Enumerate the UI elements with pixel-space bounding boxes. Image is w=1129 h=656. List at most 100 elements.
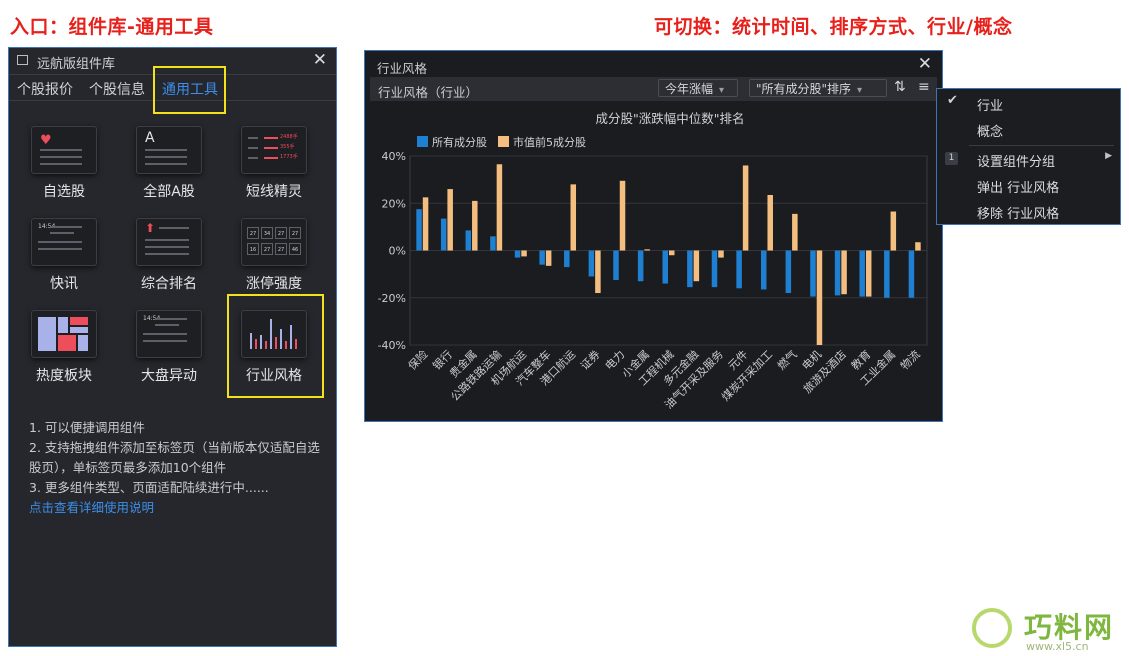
menu-item-set-group[interactable]: 设置组件分组	[977, 151, 1055, 170]
close-icon[interactable]: ✕	[313, 50, 327, 70]
x-tick-label: 保险	[405, 347, 430, 372]
watchlist-icon: ♥	[31, 126, 97, 174]
note-line: 1. 可以便捷调用组件	[29, 420, 145, 435]
bar-all-stocks	[662, 250, 668, 284]
hamburger-icon[interactable]: ≡	[918, 79, 930, 95]
bar-all-stocks	[785, 250, 792, 294]
menu-item-industry[interactable]: 行业	[977, 95, 1003, 114]
watermark-logo: 巧料网 www.xl5.cn	[972, 608, 1122, 654]
menu-item-popout[interactable]: 弹出 行业风格	[977, 177, 1059, 196]
legend-label-top5: 市值前5成分股	[513, 135, 586, 149]
right-annotation: 可切换：统计时间、排序方式、行业/概念	[654, 16, 1013, 38]
window-subtitle: 行业风格（行业）	[378, 85, 479, 100]
chevron-down-icon: ▾	[857, 85, 863, 96]
bar-all-stocks	[711, 250, 718, 288]
bar-top5-stocks	[718, 250, 724, 258]
usage-notes: 1. 可以便捷调用组件 2. 支持拖拽组件添加至标签页（当前版本仅适配自选股页）…	[29, 418, 329, 518]
bar-all-stocks	[908, 250, 915, 298]
bar-top5-stocks	[890, 211, 897, 251]
tile-label: 快讯	[50, 276, 78, 292]
tab-stock-info[interactable]: 个股信息	[89, 79, 145, 99]
check-icon: ✔	[947, 93, 958, 108]
y-tick-label: 40%	[382, 150, 406, 163]
watermark-url: www.xl5.cn	[1026, 640, 1089, 653]
tile-label: 涨停强度	[246, 276, 302, 292]
period-dropdown[interactable]: 今年涨幅 ▾	[658, 79, 738, 97]
bar-top5-stocks	[915, 242, 921, 251]
bar-top5-stocks	[570, 184, 577, 251]
bar-top5-stocks	[521, 250, 527, 257]
market-movement-icon: 14:54	[136, 310, 202, 358]
bar-all-stocks	[859, 250, 865, 297]
tile-watchlist[interactable]: ♥ 自选股	[12, 126, 116, 201]
menu-item-remove[interactable]: 移除 行业风格	[977, 203, 1059, 222]
bar-all-stocks	[514, 250, 521, 258]
tile-label: 综合排名	[141, 276, 197, 292]
tile-all-a-shares[interactable]: A 全部A股	[117, 126, 221, 201]
all-a-shares-icon: A	[136, 126, 202, 174]
bar-all-stocks	[810, 250, 816, 297]
context-menu: ✔ 行业 概念 1 设置组件分组 ▶ 弹出 行业风格 移除 行业风格	[936, 88, 1121, 225]
bar-top5-stocks	[816, 250, 823, 345]
logo-icon	[972, 608, 1012, 648]
tab-stock-quote[interactable]: 个股报价	[17, 79, 73, 99]
bar-all-stocks	[539, 250, 545, 265]
tile-short-line-sprite[interactable]: 2488手 355手 1773手 短线精灵	[222, 126, 326, 201]
strength-cell: 34	[261, 227, 273, 239]
tile-news-flash[interactable]: 14:54 快讯	[12, 218, 116, 293]
window-title: 行业风格	[377, 61, 428, 76]
tile-limit-up-strength[interactable]: 27 34 27 27 16 27 27 46 涨停强度	[222, 218, 326, 293]
news-flash-icon: 14:54	[31, 218, 97, 266]
bar-top5-stocks	[693, 250, 700, 282]
bar-all-stocks	[687, 250, 693, 288]
y-tick-label: 20%	[382, 197, 406, 210]
bar-top5-stocks	[841, 250, 847, 295]
tile-highlight	[227, 294, 324, 398]
bar-top5-stocks	[422, 197, 429, 251]
tile-label: 大盘异动	[141, 368, 197, 384]
note-line: 2. 支持拖拽组件添加至标签页（当前版本仅适配自选股页），单标签页最多添加10个…	[29, 440, 320, 475]
bar-top5-stocks	[742, 165, 749, 251]
short-line-sprite-icon: 2488手 355手 1773手	[241, 126, 307, 174]
library-icon	[17, 55, 28, 65]
bar-all-stocks	[465, 230, 472, 251]
bar-all-stocks	[637, 250, 644, 282]
bar-all-stocks	[416, 209, 422, 251]
bar-top5-stocks	[669, 250, 675, 256]
bar-all-stocks	[490, 236, 496, 251]
close-icon[interactable]: ✕	[918, 54, 932, 74]
strength-cell: 16	[247, 243, 259, 255]
chevron-down-icon: ▾	[719, 85, 725, 96]
tile-composite-ranking[interactable]: ⬆ 综合排名	[117, 218, 221, 293]
legend-label-all: 所有成分股	[432, 135, 487, 149]
menu-item-concept[interactable]: 概念	[977, 121, 1003, 140]
industry-style-window: 行业风格 ✕ 行业风格（行业） 今年涨幅 ▾ "所有成分股"排序 ▾ ⇅ ≡ 成分股…	[364, 50, 943, 422]
bar-top5-stocks	[792, 213, 798, 251]
sort-dropdown[interactable]: "所有成分股"排序 ▾	[749, 79, 887, 97]
help-link[interactable]: 点击查看详细使用说明	[29, 498, 329, 518]
tile-market-movement[interactable]: 14:54 大盘异动	[117, 310, 221, 385]
bar-top5-stocks	[619, 180, 626, 251]
legend-swatch-all	[417, 136, 428, 147]
bar-all-stocks	[588, 250, 595, 277]
chevron-right-icon: ▶	[1105, 151, 1112, 161]
x-tick-label: 证券	[577, 347, 602, 372]
tile-hot-sectors[interactable]: 热度板块	[12, 310, 116, 385]
bar-top5-stocks	[767, 194, 773, 251]
bar-all-stocks	[834, 250, 841, 296]
bar-all-stocks	[760, 250, 767, 290]
bar-top5-stocks	[865, 250, 872, 297]
hot-sectors-icon	[31, 310, 97, 358]
library-title: 远航版组件库	[37, 57, 116, 72]
menu-separator	[969, 145, 1114, 146]
bar-top5-stocks	[595, 250, 601, 294]
x-tick-label: 物流	[897, 347, 922, 372]
y-tick-label: -20%	[378, 292, 406, 305]
sort-descending-icon[interactable]: ⇅	[894, 79, 906, 95]
strength-cell: 27	[289, 227, 301, 239]
chart-legend: 所有成分股 市值前5成分股	[417, 135, 586, 149]
component-library-panel: 远航版组件库 ✕ 个股报价 个股信息 通用工具 ♥ 自选股 A 全部A股 248…	[8, 47, 337, 647]
strength-cell: 27	[275, 227, 287, 239]
bar-top5-stocks	[545, 250, 552, 266]
legend-swatch-top5	[498, 136, 509, 147]
